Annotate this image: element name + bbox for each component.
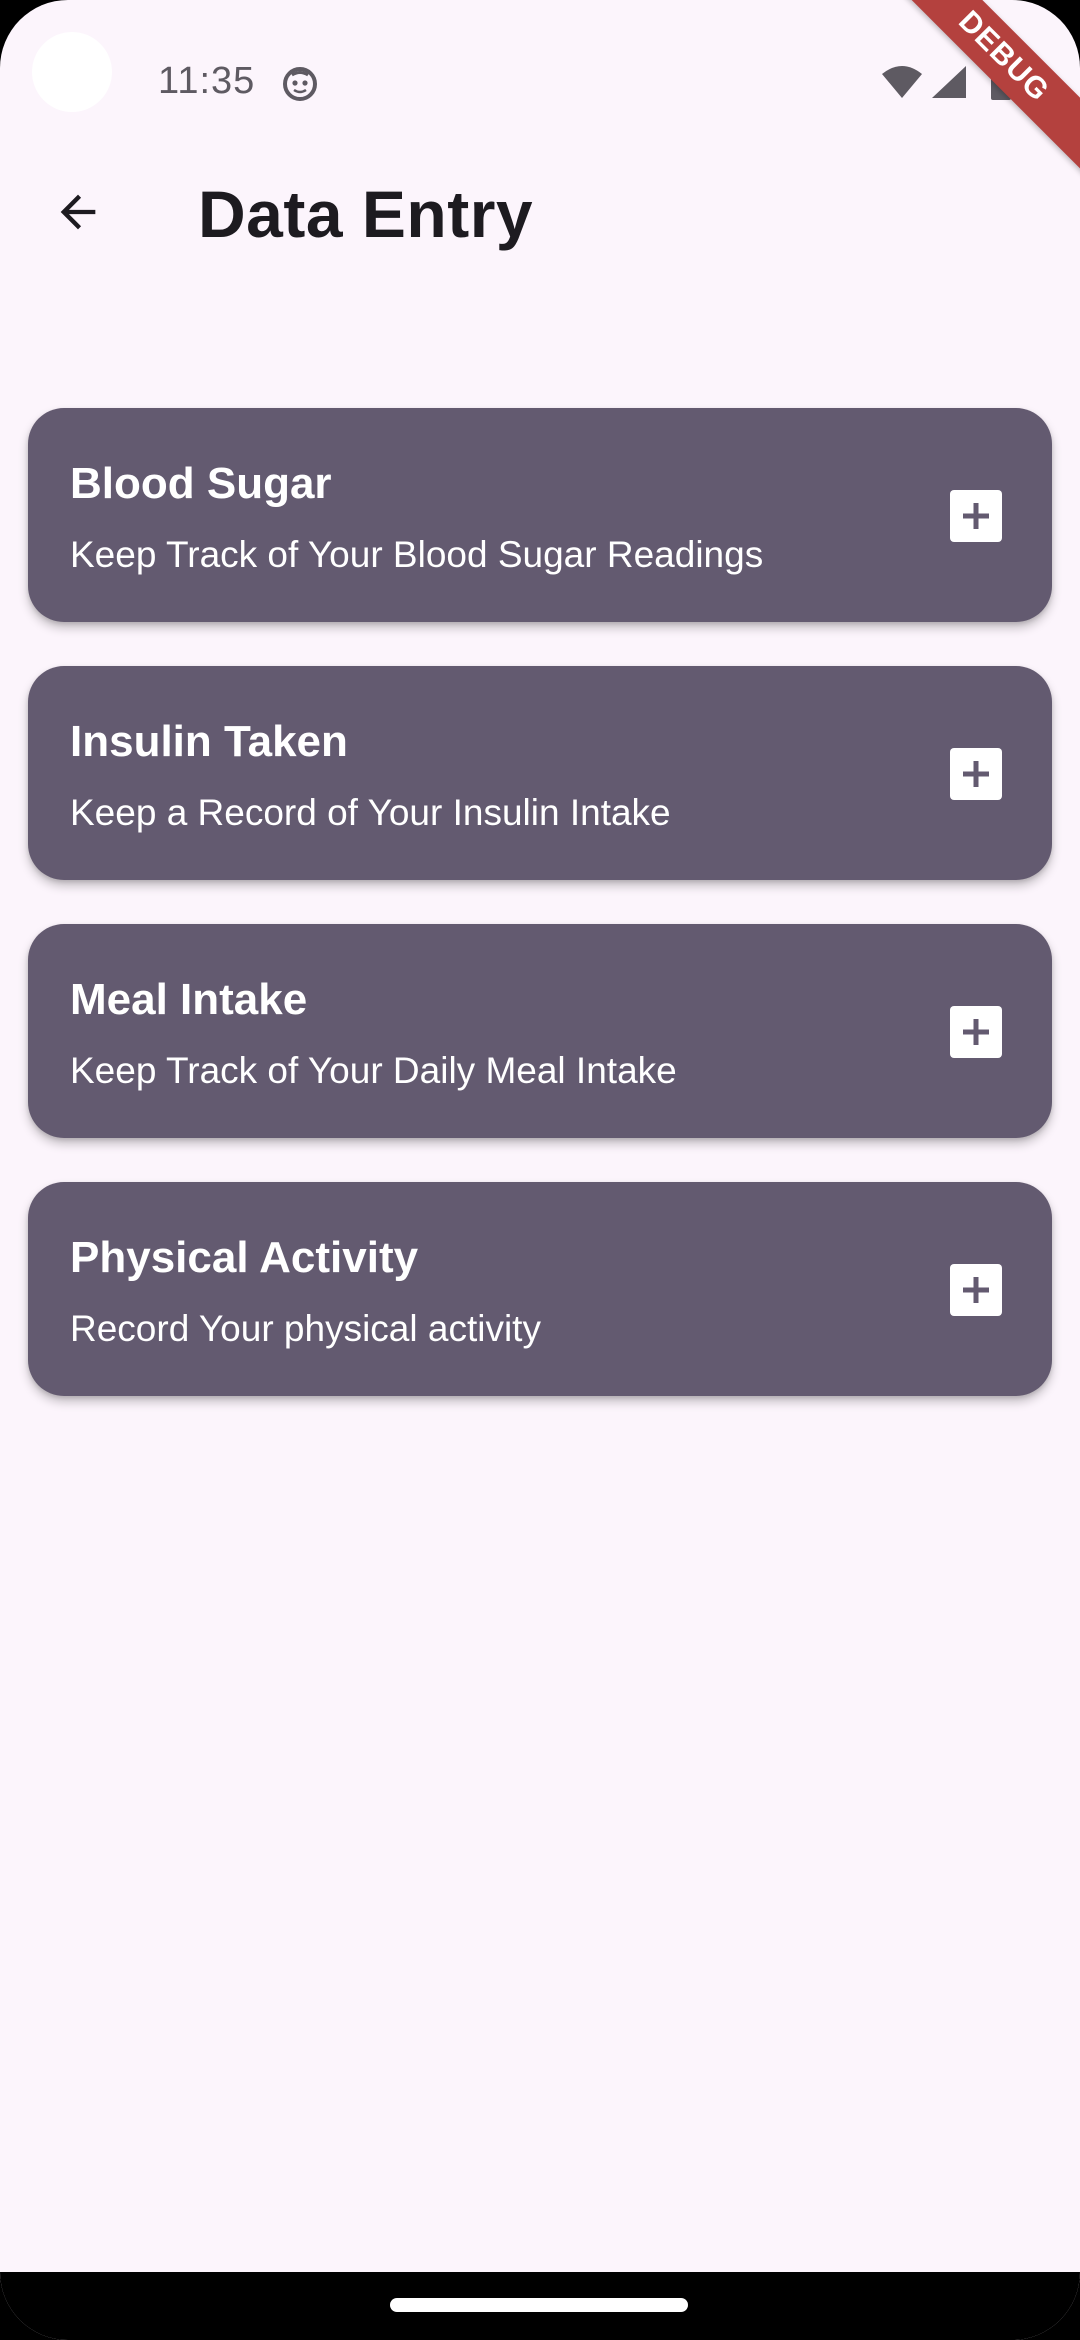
status-time: 11:35	[158, 60, 256, 102]
card-title: Blood Sugar	[70, 459, 332, 508]
card-subtitle: Keep a Record of Your Insulin Intake	[70, 792, 671, 833]
wifi-icon	[882, 66, 922, 98]
add-icon	[963, 503, 989, 529]
card-blood-sugar[interactable]: Blood Sugar Keep Track of Your Blood Sug…	[28, 408, 1052, 622]
card-meal-intake[interactable]: Meal Intake Keep Track of Your Daily Mea…	[28, 924, 1052, 1138]
card-title: Meal Intake	[70, 975, 308, 1024]
back-button[interactable]	[36, 170, 120, 254]
camera-cutout	[32, 32, 112, 112]
add-icon	[963, 1019, 989, 1045]
data-entry-list: Blood Sugar Keep Track of Your Blood Sug…	[28, 408, 1052, 1440]
status-bar: 11:35	[0, 0, 1080, 160]
card-title: Physical Activity	[70, 1233, 419, 1282]
page-title: Data Entry	[198, 177, 534, 251]
cellular-signal-icon	[932, 66, 966, 98]
card-physical-activity[interactable]: Physical Activity Record Your physical a…	[28, 1182, 1052, 1396]
add-insulin-button[interactable]	[950, 748, 1002, 800]
home-gesture-handle[interactable]	[390, 2298, 688, 2312]
card-subtitle: Record Your physical activity	[70, 1308, 541, 1349]
add-blood-sugar-button[interactable]	[950, 490, 1002, 542]
card-subtitle: Keep Track of Your Daily Meal Intake	[70, 1050, 677, 1091]
phone-screen: 11:35 DEBUG Data Entry Blood Sugar Keep …	[0, 0, 1080, 2340]
app-notification-icon	[283, 67, 317, 101]
app-bar: Data Entry	[0, 160, 1080, 268]
add-activity-button[interactable]	[950, 1264, 1002, 1316]
card-title: Insulin Taken	[70, 717, 348, 766]
card-subtitle: Keep Track of Your Blood Sugar Readings	[70, 534, 764, 575]
add-icon	[963, 1277, 989, 1303]
add-meal-button[interactable]	[950, 1006, 1002, 1058]
add-icon	[963, 761, 989, 787]
card-insulin-taken[interactable]: Insulin Taken Keep a Record of Your Insu…	[28, 666, 1052, 880]
arrow-back-icon	[60, 194, 96, 230]
